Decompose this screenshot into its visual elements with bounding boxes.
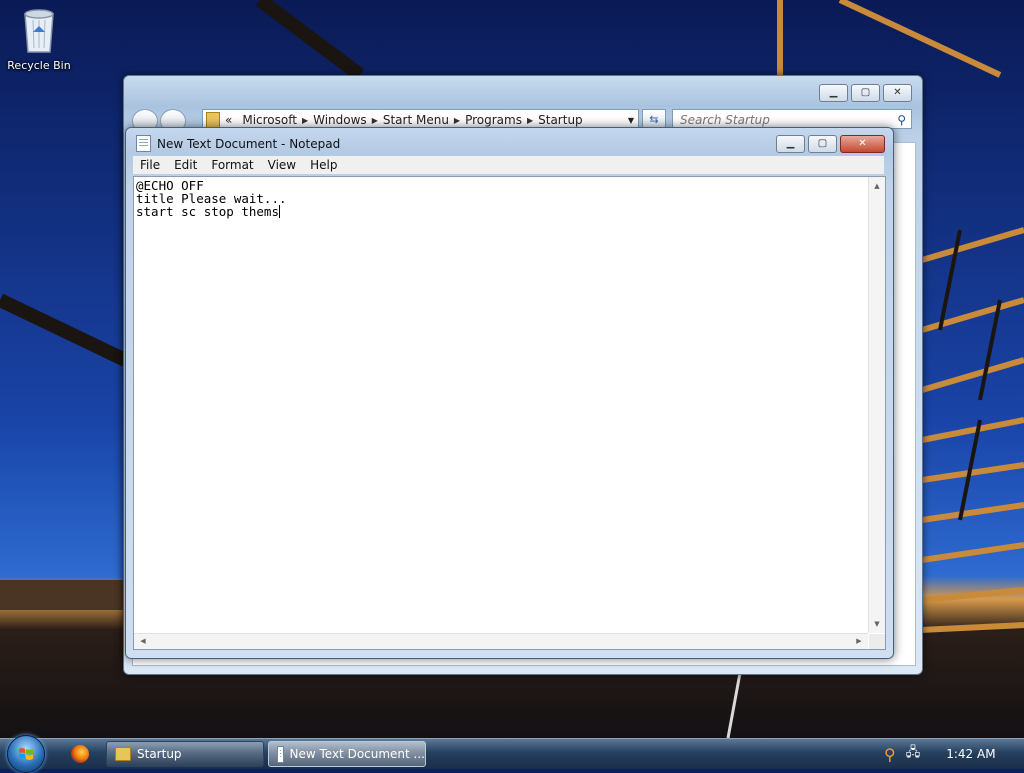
breadcrumb-item[interactable]: Startup — [538, 113, 583, 127]
scrollbar-corner — [869, 634, 885, 649]
close-icon: ✕ — [858, 138, 867, 149]
breadcrumb-item[interactable]: Windows — [313, 113, 367, 127]
minimize-icon: ▁ — [786, 138, 795, 149]
scroll-up-icon[interactable]: ▲ — [869, 179, 885, 193]
folder-icon — [115, 747, 131, 761]
system-tray: ⚲ 🖧 1:42 AM — [884, 739, 996, 769]
breadcrumb-item[interactable]: Microsoft — [242, 113, 297, 127]
notepad-maximize-button[interactable]: ▢ — [808, 135, 837, 153]
text-line: start sc stop thems — [136, 204, 279, 219]
text-line-with-caret: start sc stop thems — [136, 205, 287, 218]
notepad-caption-buttons: ▁ ▢ ✕ — [776, 135, 885, 153]
search-icon[interactable]: ⚲ — [897, 110, 906, 130]
vertical-scrollbar[interactable]: ▲ ▼ — [868, 177, 885, 633]
taskbar-item-label: New Text Document ... — [289, 747, 426, 761]
taskbar: Startup New Text Document ... ⚲ 🖧 1:42 A… — [0, 735, 1024, 773]
chevron-right-icon[interactable]: ▶ — [302, 116, 308, 125]
network-icon[interactable]: 🖧 — [906, 743, 921, 765]
taskbar-item-startup[interactable]: Startup — [106, 741, 264, 767]
breadcrumb-item[interactable]: Programs — [465, 113, 522, 127]
horizontal-scrollbar[interactable]: ◀ ▶ — [134, 633, 868, 649]
chevron-right-icon[interactable]: ▶ — [454, 116, 460, 125]
chevron-right-icon[interactable]: ▶ — [527, 116, 533, 125]
breadcrumb-item[interactable]: Start Menu — [383, 113, 449, 127]
taskbar-item-label: Startup — [137, 747, 182, 761]
menu-edit[interactable]: Edit — [167, 158, 204, 172]
notepad-text-area[interactable]: @ECHO OFF title Please wait... start sc st… — [133, 176, 886, 650]
menu-format[interactable]: Format — [204, 158, 260, 172]
minimize-icon: ▁ — [829, 87, 838, 98]
address-dropdown-icon[interactable]: ▼ — [628, 116, 634, 125]
firefox-icon[interactable] — [71, 745, 89, 763]
menu-help[interactable]: Help — [303, 158, 344, 172]
notepad-content: @ECHO OFF title Please wait... start sc st… — [136, 179, 287, 218]
search-placeholder: Search Startup — [680, 113, 770, 127]
refresh-icon: ⇆ — [649, 113, 659, 126]
taskbar-item-notepad[interactable]: New Text Document ... — [268, 741, 426, 767]
notepad-icon — [136, 135, 151, 152]
breadcrumb-overflow[interactable]: « — [225, 113, 232, 127]
text-caret — [279, 205, 280, 218]
recycle-bin-label: Recycle Bin — [7, 59, 71, 72]
scroll-left-icon[interactable]: ◀ — [136, 634, 150, 649]
explorer-minimize-button[interactable]: ▁ — [819, 84, 848, 102]
scroll-down-icon[interactable]: ▼ — [869, 617, 885, 631]
notepad-icon — [277, 745, 284, 763]
search-input[interactable]: Search Startup ⚲ — [672, 109, 912, 129]
recycle-bin-shortcut[interactable]: Recycle Bin — [4, 6, 74, 72]
notepad-menu-bar: File Edit Format View Help — [133, 156, 884, 174]
maximize-icon: ▢ — [860, 87, 871, 98]
notepad-title: New Text Document - Notepad — [157, 136, 341, 151]
notepad-title-bar: New Text Document - Notepad — [136, 135, 340, 152]
menu-view[interactable]: View — [261, 158, 303, 172]
close-icon: ✕ — [893, 87, 902, 98]
explorer-maximize-button[interactable]: ▢ — [851, 84, 880, 102]
explorer-close-button[interactable]: ✕ — [883, 84, 912, 102]
start-button[interactable] — [7, 735, 45, 773]
menu-file[interactable]: File — [133, 158, 167, 172]
folder-icon — [206, 112, 220, 128]
clock[interactable]: 1:42 AM — [946, 747, 995, 761]
notepad-minimize-button[interactable]: ▁ — [776, 135, 805, 153]
notepad-window[interactable]: New Text Document - Notepad ▁ ▢ ✕ File E… — [125, 127, 894, 659]
explorer-caption-buttons: ▁ ▢ ✕ — [819, 84, 912, 102]
chevron-right-icon[interactable]: ▶ — [372, 116, 378, 125]
windows-logo-icon — [19, 748, 33, 760]
maximize-icon: ▢ — [817, 138, 828, 149]
recycle-bin-icon — [24, 9, 54, 53]
notepad-close-button[interactable]: ✕ — [840, 135, 885, 153]
search-tray-icon[interactable]: ⚲ — [884, 745, 896, 764]
scroll-right-icon[interactable]: ▶ — [852, 634, 866, 649]
